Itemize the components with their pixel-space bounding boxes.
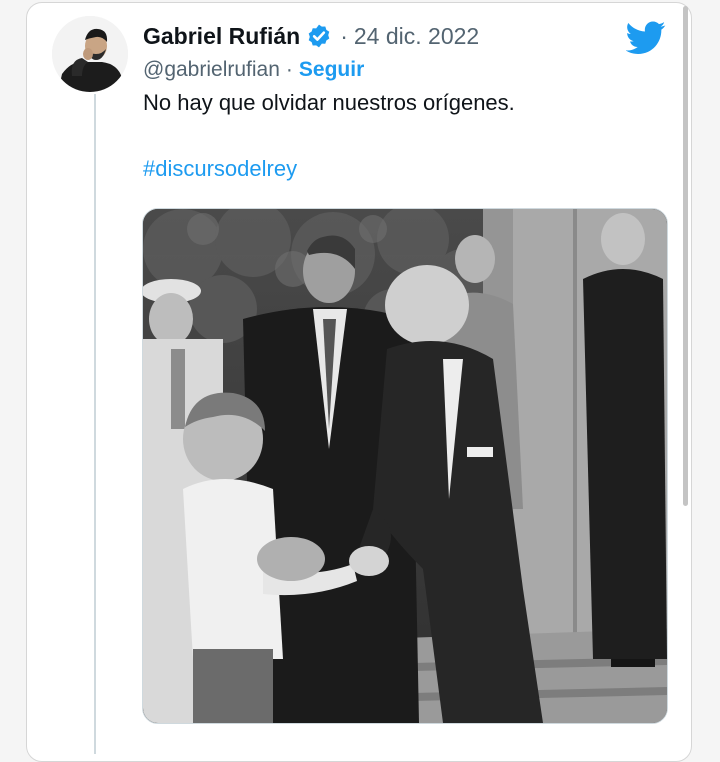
header-separator: · [340, 22, 348, 49]
tweet-header: Gabriel Rufián · 24 dic. 2022 [143, 20, 479, 52]
twitter-bird-icon[interactable] [625, 20, 666, 56]
handle-row: @gabrielrufian · Seguir [143, 55, 364, 85]
author-name[interactable]: Gabriel Rufián [143, 23, 300, 50]
tweet-date[interactable]: 24 dic. 2022 [354, 23, 479, 50]
verified-badge-icon [306, 23, 332, 49]
thread-line [94, 94, 96, 754]
scrollbar[interactable] [683, 6, 688, 506]
follow-button[interactable]: Seguir [299, 58, 364, 82]
author-handle[interactable]: @gabrielrufian [143, 58, 280, 82]
tweet-text: No hay que olvidar nuestros orígenes. [143, 90, 515, 115]
handle-separator: · [285, 58, 293, 81]
hashtag-link[interactable]: #discursodelrey [143, 156, 297, 182]
avatar[interactable] [52, 16, 128, 92]
tweet-photo[interactable] [142, 208, 668, 724]
